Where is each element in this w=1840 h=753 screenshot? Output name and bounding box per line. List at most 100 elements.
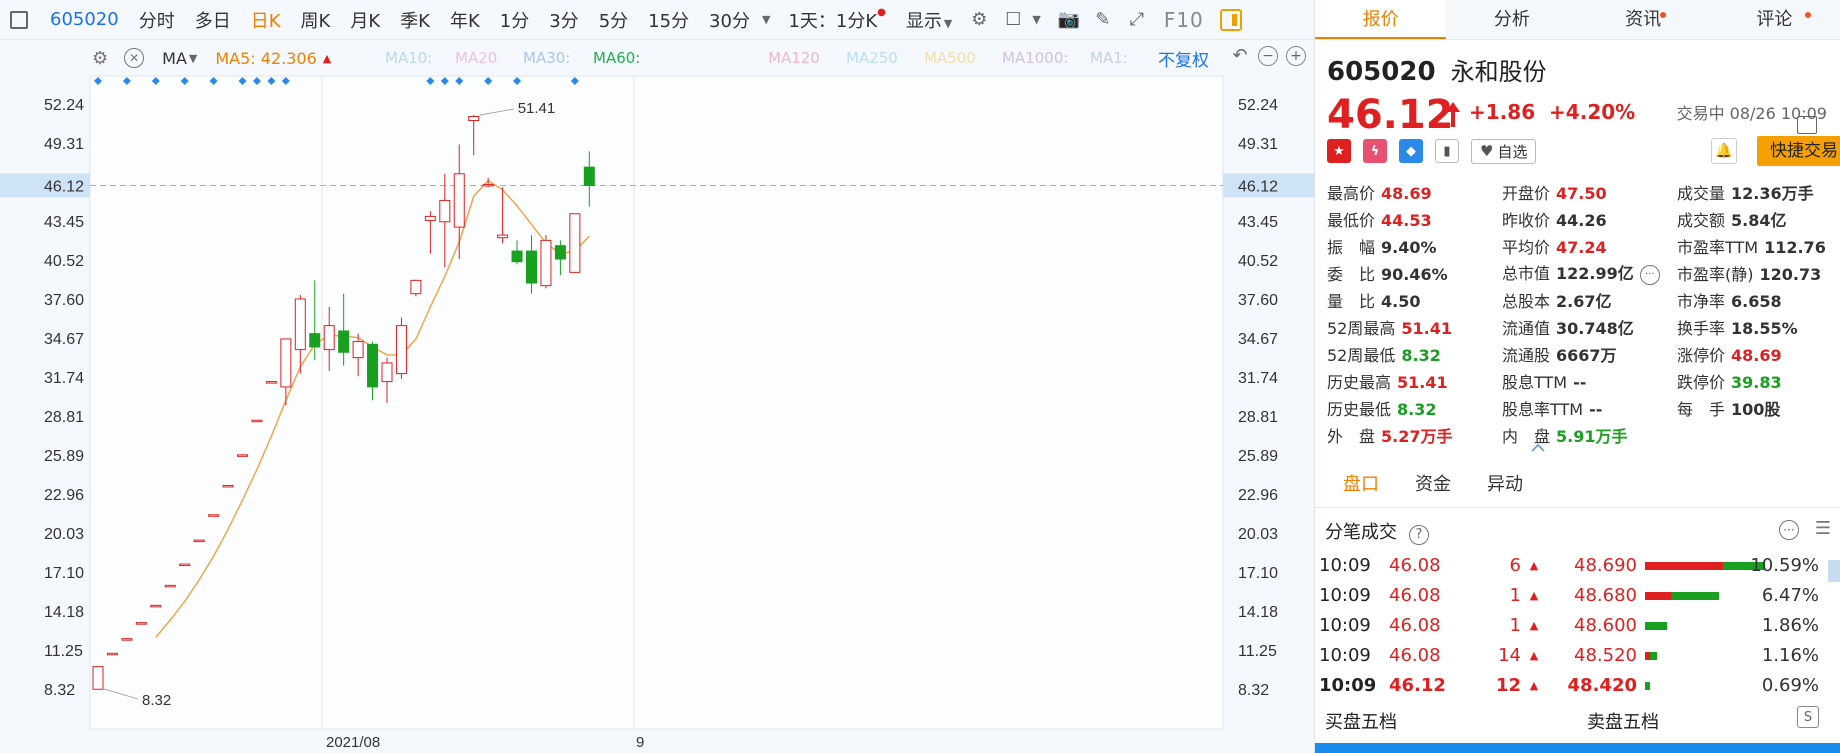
tag-row: ★ ϟ ◆ ▮ ♥ 自选 xyxy=(1327,138,1537,164)
chevron-down-icon[interactable]: ▼ xyxy=(1032,13,1040,26)
stat-label: 内 盘 xyxy=(1502,426,1551,446)
stat-label: 52周最低 xyxy=(1327,345,1396,365)
y-tick-label-left: 22.96 xyxy=(44,487,84,504)
period-tab[interactable]: 3分 xyxy=(539,7,588,33)
fast-trade-button[interactable]: 快捷交易 xyxy=(1757,136,1840,166)
lightning-icon[interactable]: ϟ xyxy=(1363,139,1387,163)
stat-value: 9.40% xyxy=(1381,237,1437,257)
expand-icon[interactable]: S xyxy=(1797,706,1819,728)
tick-price: 46.08 xyxy=(1389,644,1441,666)
period-tab[interactable]: 15分 xyxy=(638,7,699,33)
y-tick-label-left: 34.67 xyxy=(44,331,84,348)
fullscreen-icon[interactable]: ⤢ xyxy=(1123,6,1151,34)
stat-value: 2.67亿 xyxy=(1556,291,1612,311)
stat-cell: 换手率 18.55% xyxy=(1677,315,1837,339)
close-icon[interactable]: ✕ xyxy=(124,48,145,68)
stat-label: 股息TTM xyxy=(1502,372,1568,392)
ma1-label: MA1: xyxy=(1090,49,1128,67)
list-view-icon[interactable]: ☰ xyxy=(1815,518,1831,539)
period-tab[interactable]: 日K xyxy=(241,7,291,33)
stat-cell: 振 幅 9.40% xyxy=(1327,234,1502,258)
stat-value: 120.73 xyxy=(1759,264,1822,284)
period-tab[interactable]: 分时 xyxy=(129,7,185,33)
add-watchlist-button[interactable]: ♥ 自选 xyxy=(1471,138,1537,164)
camera-icon[interactable]: 📷 xyxy=(1055,6,1083,34)
tick-volume: 6 xyxy=(1509,554,1521,576)
candle-body xyxy=(237,454,248,457)
display-menu[interactable]: 显示 ▼ xyxy=(896,7,962,33)
period-tab[interactable]: 多日 xyxy=(185,7,241,33)
stats-row: 52周最低 8.32 流通股 6667万 涨停价 48.69 xyxy=(1327,340,1840,367)
tab-order-book[interactable]: 盘口 xyxy=(1343,470,1379,502)
stat-label: 委 比 xyxy=(1327,264,1376,284)
period-tab[interactable]: 周K xyxy=(291,7,341,33)
stat-value: 51.41 xyxy=(1401,318,1452,338)
pencil-icon[interactable]: ✎ xyxy=(1089,6,1117,34)
period-tab[interactable]: 1分 xyxy=(490,7,539,33)
tab-comments[interactable]: 评论 xyxy=(1709,0,1840,39)
period-tab[interactable]: 30分 xyxy=(699,7,760,33)
undo-icon[interactable]: ↶ xyxy=(1230,46,1250,66)
zoom-out-icon[interactable]: − xyxy=(1258,46,1278,66)
y-tick-label-left: 49.31 xyxy=(44,136,84,153)
level-price: 48.600 xyxy=(1574,614,1637,636)
tag-icon[interactable]: ◆ xyxy=(1399,139,1423,163)
stat-cell: 流通股 6667万 xyxy=(1502,342,1677,366)
tab-anomalies[interactable]: 异动 xyxy=(1487,470,1523,502)
panel-toggle-icon[interactable] xyxy=(10,10,28,29)
candle-body xyxy=(121,638,133,641)
f10-button[interactable]: F10 xyxy=(1164,8,1204,32)
y-tick-label-left: 8.32 xyxy=(44,682,75,699)
stat-cell: 昨收价 44.26 xyxy=(1502,207,1677,231)
stat-value: 6.658 xyxy=(1731,291,1782,311)
stat-label: 平均价 xyxy=(1502,237,1551,257)
stock-code[interactable]: 605020 xyxy=(40,9,129,30)
kline-chart[interactable]: 52.24 52.24 49.31 49.31 46.12 46.12 43.45 43.45… xyxy=(0,0,1314,753)
bookmark-icon[interactable]: ▮ xyxy=(1435,139,1459,163)
stat-cell: 股息率TTM -- xyxy=(1502,396,1677,420)
stat-cell: 委 比 90.46% xyxy=(1327,261,1502,285)
settings-gear-icon[interactable]: ⚙ xyxy=(965,6,993,34)
y-tick-label-right: 28.81 xyxy=(1238,409,1278,426)
period-tab[interactable]: 年K xyxy=(440,7,490,33)
scrollbar[interactable] xyxy=(1828,560,1840,582)
layout-box-icon[interactable]: ☐ xyxy=(999,6,1027,34)
help-icon[interactable]: ? xyxy=(1409,524,1429,545)
stat-label: 股息率TTM xyxy=(1502,399,1584,419)
up-arrow-icon xyxy=(1446,102,1460,127)
stat-value: 47.24 xyxy=(1556,237,1607,257)
chevron-down-icon[interactable]: ▼ xyxy=(189,52,197,65)
interval-selector[interactable]: 1天：1分K● xyxy=(778,7,895,33)
tab-quote[interactable]: 报价 xyxy=(1315,0,1447,39)
period-tab[interactable]: 5分 xyxy=(589,7,638,33)
tab-news[interactable]: 资讯 xyxy=(1578,0,1709,39)
zoom-in-icon[interactable]: + xyxy=(1286,46,1306,66)
indicator-name[interactable]: MA xyxy=(162,49,187,68)
y-tick-label-right: 34.67 xyxy=(1238,331,1278,348)
no-adjust-toggle[interactable]: 不复权 xyxy=(1158,46,1209,71)
tab-analysis[interactable]: 分析 xyxy=(1446,0,1577,39)
more-icon[interactable]: ··· xyxy=(1639,264,1660,285)
right-panel-toggle-icon[interactable] xyxy=(1219,8,1242,31)
stat-cell: 平均价 47.24 xyxy=(1502,234,1677,258)
candle-body xyxy=(511,250,523,263)
stat-value: 39.83 xyxy=(1731,372,1782,392)
candle-body xyxy=(497,234,509,239)
y-tick-label-right: 14.18 xyxy=(1238,604,1278,621)
bell-icon[interactable]: 🔔 xyxy=(1711,138,1737,164)
period-tab[interactable]: 季K xyxy=(390,7,440,33)
tick-volume: 14 xyxy=(1498,644,1521,666)
level-percent: 1.16% xyxy=(1761,645,1819,666)
indicator-settings-icon[interactable]: ⚙ xyxy=(92,48,108,69)
candle-body xyxy=(92,666,104,690)
tab-fund-flow[interactable]: 资金 xyxy=(1415,470,1451,502)
stats-grid: 最高价 48.69 开盘价 47.50 成交量 12.36万手 最低价 44.53 昨收价 44.… xyxy=(1327,178,1840,448)
y-tick-label-left: 46.12 xyxy=(44,179,84,196)
chevron-down-icon[interactable]: ▼ xyxy=(762,13,770,26)
stat-label: 每 手 xyxy=(1677,399,1726,419)
china-flag-icon[interactable]: ★ xyxy=(1327,139,1351,163)
stat-value: 44.26 xyxy=(1556,210,1607,230)
more-options-icon[interactable]: ··· xyxy=(1779,520,1799,540)
period-tab[interactable]: 月K xyxy=(340,7,390,33)
chevron-up-icon[interactable] xyxy=(1531,444,1545,452)
